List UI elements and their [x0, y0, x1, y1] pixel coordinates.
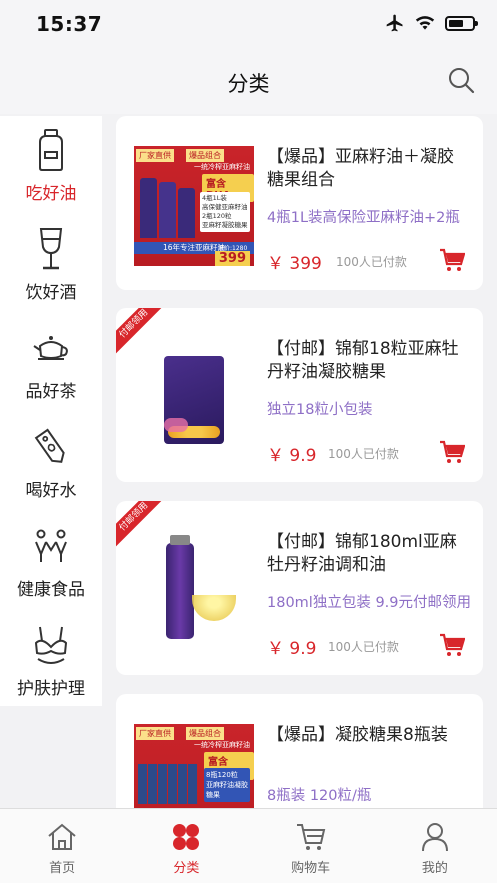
- add-to-cart-icon[interactable]: [439, 440, 465, 464]
- add-to-cart-icon[interactable]: [439, 248, 465, 272]
- page-title: 分类: [227, 72, 270, 96]
- status-time: 15:37: [36, 12, 103, 36]
- tab-label: 我的: [421, 861, 448, 876]
- tab-profile[interactable]: 我的: [373, 809, 497, 883]
- tab-label: 购物车: [291, 861, 331, 876]
- product-image: [134, 338, 254, 458]
- wifi-icon: [415, 16, 435, 30]
- sidebar-item-water[interactable]: 喝好水: [0, 413, 102, 512]
- product-desc: 独立18粒小包装: [267, 402, 373, 418]
- product-sold: 100人已付款: [328, 640, 399, 654]
- thumb-tag: 厂家直供: [136, 727, 174, 740]
- sidebar-item-label: 护肤护理: [17, 679, 85, 699]
- product-card[interactable]: 厂家直供 爆品组合 一统冷榨亚麻籽油 富含DHA 8瓶120粒 亚麻籽油凝胶糖果…: [116, 694, 483, 808]
- bottles-illustration: [140, 172, 196, 238]
- sidebar-item-wine[interactable]: 饮好酒: [0, 215, 102, 314]
- category-sidebar: 吃好油 饮好酒 品好茶 喝好水 健康食品 护肤护理: [0, 116, 102, 706]
- product-desc: 180ml独立包装 9.9元付邮领用: [267, 595, 471, 611]
- product-list: 厂家直供 爆品组合 一统冷榨亚麻籽油 富含DHA 4瓶1L装 高保健亚麻籽油 2…: [116, 116, 483, 808]
- product-title: 【爆品】凝胶糖果8瓶装: [267, 725, 448, 745]
- thumb-subtitle: 一统冷榨亚麻籽油: [194, 163, 250, 171]
- sidebar-item-label: 品好茶: [25, 382, 77, 402]
- product-sold: 100人已付款: [336, 255, 407, 269]
- product-card[interactable]: 付邮领用 【付邮】锦郁18粒亚麻牡丹籽油凝胶糖果 独立18粒小包装 ￥ 9.9 …: [116, 308, 483, 482]
- battery-icon: [445, 15, 478, 31]
- status-icons: [385, 13, 478, 33]
- sidebar-item-oil[interactable]: 吃好油: [0, 116, 102, 215]
- thumb-tag: 厂家直供: [136, 149, 174, 162]
- oil-bottle-icon: [31, 127, 71, 173]
- thumb-subtitle: 一统冷榨亚麻籽油: [194, 741, 250, 749]
- tab-category[interactable]: 分类: [124, 809, 248, 883]
- thumb-tag: 爆品组合: [186, 149, 224, 162]
- product-price: ￥ 9.9: [267, 639, 317, 659]
- bottom-tab-bar: 首页 分类 购物车 我的: [0, 808, 497, 883]
- product-title: 【爆品】亚麻籽油＋凝胶糖果组合: [267, 147, 454, 190]
- teapot-icon: [31, 325, 71, 371]
- product-image: 厂家直供 爆品组合 一统冷榨亚麻籽油 富含DHA 8瓶120粒 亚麻籽油凝胶糖果: [134, 724, 254, 808]
- sidebar-item-health-food[interactable]: 健康食品: [0, 512, 102, 611]
- water-tag-icon: [31, 424, 71, 470]
- product-sold: 100人已付款: [328, 447, 399, 461]
- product-price: ￥ 9.9: [267, 446, 317, 466]
- sidebar-item-label: 饮好酒: [25, 283, 77, 303]
- tab-home[interactable]: 首页: [0, 809, 124, 883]
- thumb-price: 399: [214, 251, 250, 266]
- people-icon: [31, 523, 71, 569]
- tab-cart[interactable]: 购物车: [249, 809, 373, 883]
- wine-glass-icon: [31, 226, 71, 272]
- product-card[interactable]: 付邮领用 【付邮】锦郁180ml亚麻牡丹籽油调和油 180ml独立包装 9.9元…: [116, 501, 483, 675]
- status-bar: 15:37: [0, 0, 497, 48]
- product-price: ￥ 399: [267, 254, 322, 274]
- cart-icon: [296, 824, 325, 850]
- add-to-cart-icon[interactable]: [439, 633, 465, 657]
- sidebar-item-label: 喝好水: [25, 481, 77, 501]
- sidebar-item-skincare[interactable]: 护肤护理: [0, 611, 102, 710]
- search-icon[interactable]: [447, 66, 475, 94]
- tab-label: 首页: [49, 861, 76, 876]
- tab-label: 分类: [173, 861, 200, 876]
- product-card[interactable]: 厂家直供 爆品组合 一统冷榨亚麻籽油 富含DHA 4瓶1L装 高保健亚麻籽油 2…: [116, 116, 483, 290]
- thumb-tag: 爆品组合: [186, 727, 224, 740]
- product-image: [134, 531, 254, 651]
- user-icon: [421, 823, 448, 852]
- bra-icon: [31, 622, 71, 668]
- thumb-info: 8瓶120粒 亚麻籽油凝胶糖果: [204, 768, 250, 802]
- category-icon: [173, 824, 200, 850]
- bottles-illustration: [138, 764, 197, 804]
- product-title: 【付邮】锦郁18粒亚麻牡丹籽油凝胶糖果: [267, 339, 459, 382]
- sidebar-item-tea[interactable]: 品好茶: [0, 314, 102, 413]
- product-desc: 4瓶1L装高保险亚麻籽油+2瓶: [267, 210, 460, 226]
- sidebar-item-label: 健康食品: [17, 580, 85, 600]
- product-desc: 8瓶装 120粒/瓶: [267, 788, 372, 804]
- product-title: 【付邮】锦郁180ml亚麻牡丹籽油调和油: [267, 532, 457, 575]
- product-image: 厂家直供 爆品组合 一统冷榨亚麻籽油 富含DHA 4瓶1L装 高保健亚麻籽油 2…: [134, 146, 254, 266]
- nav-header: 分类: [0, 48, 497, 114]
- thumb-info: 4瓶1L装 高保健亚麻籽油 2瓶120粒 亚麻籽凝胶糖果: [200, 192, 250, 232]
- sidebar-item-label: 吃好油: [25, 184, 77, 204]
- home-icon: [48, 823, 76, 850]
- airplane-icon: [386, 14, 403, 32]
